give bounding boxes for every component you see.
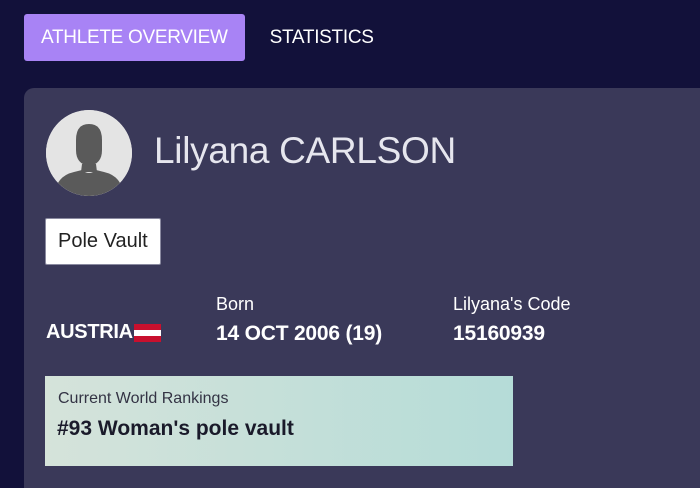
austria-flag-icon bbox=[133, 323, 161, 342]
athlete-card: Lilyana CARLSON Pole Vault AUSTRIA Born … bbox=[24, 88, 700, 488]
born-label: Born bbox=[216, 294, 255, 314]
discipline-badge: Pole Vault bbox=[45, 218, 161, 265]
world-rankings-value: #93 Woman's pole vault bbox=[57, 417, 294, 440]
tab-bar: ATHLETE OVERVIEW STATISTICS bbox=[24, 14, 391, 61]
tab-statistics[interactable]: STATISTICS bbox=[253, 14, 391, 61]
born-value: 14 OCT 2006 (19) bbox=[216, 322, 383, 345]
athlete-name: Lilyana CARLSON bbox=[154, 130, 456, 171]
world-rankings-label: Current World Rankings bbox=[58, 390, 229, 407]
country: AUSTRIA bbox=[46, 321, 161, 344]
world-rankings-panel: Current World Rankings #93 Woman's pole … bbox=[45, 376, 513, 466]
code-value: 15160939 bbox=[453, 322, 545, 345]
avatar bbox=[46, 110, 132, 196]
person-silhouette-icon bbox=[46, 110, 132, 196]
code-label: Lilyana's Code bbox=[453, 294, 571, 314]
country-name: AUSTRIA bbox=[46, 321, 133, 343]
tab-athlete-overview[interactable]: ATHLETE OVERVIEW bbox=[24, 14, 245, 61]
